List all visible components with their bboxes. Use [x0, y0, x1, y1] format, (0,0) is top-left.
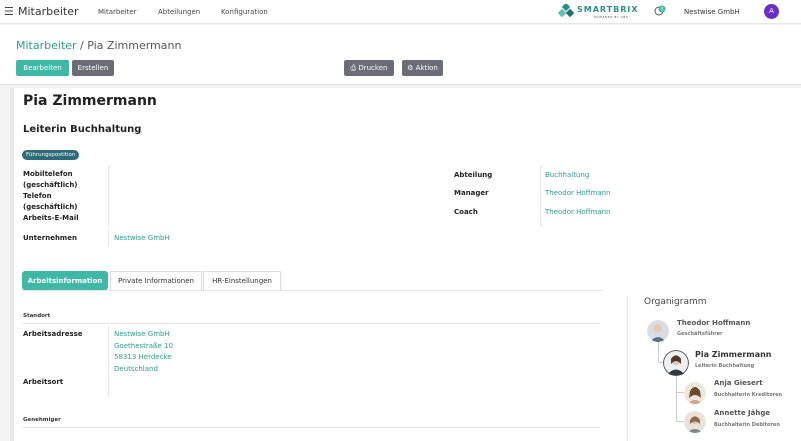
tab-underline	[22, 290, 602, 291]
breadcrumb-current: Pia Zimmermann	[87, 39, 182, 52]
org-name-anja[interactable]: Anja Giesert	[714, 379, 763, 387]
breadcrumb: Mitarbeiter / Pia Zimmermann	[16, 39, 181, 52]
tag-badge[interactable]: Führungspostition	[22, 150, 80, 160]
phone-label-line1: Telefon	[23, 192, 52, 200]
address-line-company[interactable]: Nestwise GmbH	[114, 330, 170, 338]
edit-button[interactable]: Bearbeiten	[16, 60, 69, 76]
app-name[interactable]: Mitarbeiter	[18, 5, 79, 18]
address-line-street[interactable]: Goethestraße 10	[114, 342, 173, 350]
field-separator	[108, 230, 109, 246]
field-separator	[108, 326, 109, 396]
breadcrumb-separator: /	[76, 39, 88, 52]
org-role-pia: Leiterin Buchhaltung	[695, 363, 755, 369]
worksite-label: Arbeitsort	[23, 378, 64, 386]
work-address-label: Arbeitsadresse	[23, 330, 83, 338]
smartbrix-logo-icon	[558, 4, 574, 18]
breadcrumb-parent[interactable]: Mitarbeiter	[16, 39, 77, 52]
manager-field[interactable]: Theodor Hoffmann	[545, 189, 610, 197]
org-role-annette: Buchhalterin Debitoren	[714, 422, 780, 428]
address-line-city[interactable]: 58313 Herdecke	[114, 353, 172, 361]
org-connector	[676, 392, 684, 393]
logo-subtext: POWERED BY OBS	[594, 15, 629, 19]
chat-icon[interactable]: 9	[654, 5, 666, 17]
org-role-anja: Buchhalterin Kreditoren	[714, 392, 783, 398]
org-role-theodor: Geschäftsführer	[677, 331, 723, 337]
coach-label: Coach	[454, 208, 478, 216]
field-separator	[540, 166, 541, 226]
org-avatar-theodor[interactable]	[647, 320, 669, 342]
smartbrix-logo: SMARTBRIX POWERED BY OBS	[558, 3, 648, 21]
email-label: Arbeits-E-Mail	[23, 214, 79, 222]
nav-item-abteilungen[interactable]: Abteilungen	[158, 8, 200, 16]
user-avatar[interactable]: A	[764, 4, 779, 19]
approver-section-title: Genehmiger	[23, 417, 61, 423]
tab-hr-einstellungen[interactable]: HR-Einstellungen	[203, 271, 281, 290]
coach-field[interactable]: Theodor Hoffmann	[545, 208, 610, 216]
org-separator	[627, 296, 628, 441]
create-button[interactable]: Erstellen	[72, 60, 114, 76]
org-connector	[676, 375, 677, 422]
manager-label: Manager	[454, 189, 489, 197]
tab-arbeitsinformation[interactable]: Arbeitsinformation	[22, 271, 108, 290]
nav-item-mitarbeiter[interactable]: Mitarbeiter	[98, 8, 137, 16]
address-line-country[interactable]: Deutschland	[114, 365, 158, 373]
job-title[interactable]: Leiterin Buchhaltung	[23, 124, 141, 135]
org-connector	[676, 421, 684, 422]
org-name-theodor[interactable]: Theodor Hoffmann	[677, 319, 750, 327]
employee-name[interactable]: Pia Zimmermann	[23, 93, 157, 109]
org-avatar-anja[interactable]	[684, 382, 706, 404]
print-button[interactable]: ⎙ Drucken	[344, 60, 394, 76]
mobile-label-line1: Mobiltelefon	[23, 170, 73, 178]
section-divider	[22, 427, 600, 428]
field-separator	[108, 166, 109, 226]
form-sheet	[10, 88, 801, 441]
org-avatar-pia[interactable]	[663, 350, 689, 376]
sheet-border	[10, 88, 14, 441]
location-section-title: Standort	[23, 313, 51, 319]
control-panel: Mitarbeiter / Pia Zimmermann Bearbeiten …	[0, 25, 801, 85]
company-label: Unternehmen	[23, 234, 77, 242]
phone-label-line2: (geschäftlich)	[23, 203, 78, 211]
tab-private-informationen[interactable]: Private Informationen	[110, 271, 202, 290]
mobile-label-line2: (geschäftlich)	[23, 181, 78, 189]
company-field[interactable]: Nestwise GmbH	[114, 234, 170, 242]
department-label: Abteilung	[454, 171, 493, 179]
section-divider	[22, 323, 600, 324]
action-button[interactable]: ⚙ Aktion	[402, 60, 443, 76]
org-connector	[658, 341, 659, 363]
department-field[interactable]: Buchhaltung	[545, 171, 589, 179]
svg-text:9: 9	[661, 7, 664, 12]
org-chart-title: Organigramm	[644, 297, 707, 307]
org-avatar-annette[interactable]	[684, 411, 706, 433]
org-name-pia[interactable]: Pia Zimmermann	[695, 350, 772, 359]
org-name-annette[interactable]: Annette Jähge	[714, 409, 770, 417]
top-navbar: ☰ Mitarbeiter Mitarbeiter Abteilungen Ko…	[0, 0, 801, 24]
nav-item-konfiguration[interactable]: Konfiguration	[221, 8, 268, 16]
menu-icon[interactable]: ☰	[4, 5, 14, 18]
company-switcher[interactable]: Nestwise GmbH	[684, 8, 740, 16]
logo-text: SMARTBRIX	[577, 5, 639, 14]
